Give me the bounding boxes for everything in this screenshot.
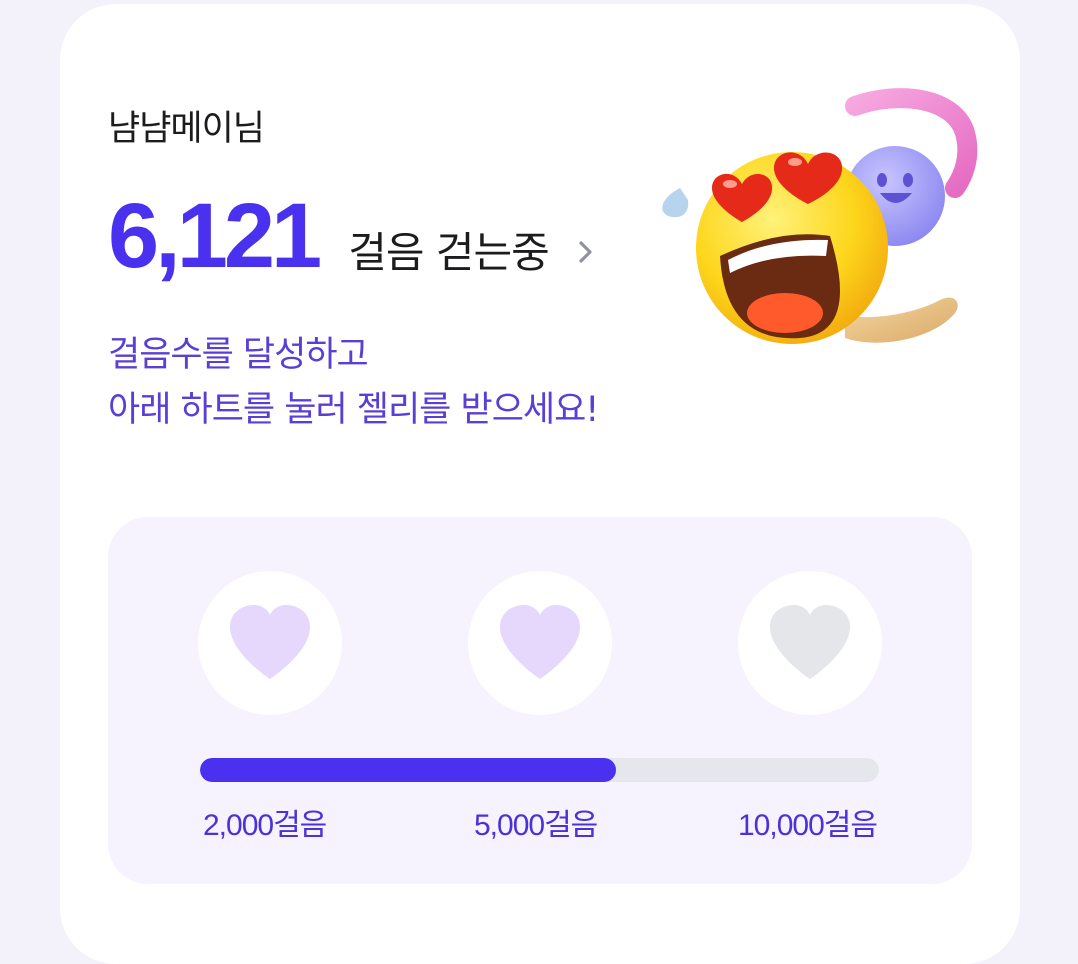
chevron-right-icon xyxy=(579,241,592,263)
step-progress-bar xyxy=(200,758,879,782)
instruction-line-2: 아래 하트를 눌러 젤리를 받으세요! xyxy=(108,390,599,430)
heart-button-2[interactable] xyxy=(468,571,612,715)
heart-button-3[interactable] xyxy=(738,571,882,715)
milestone-label-1: 2,000걸음 xyxy=(203,809,327,842)
instruction-line-1: 걸음수를 달성하고 xyxy=(108,335,369,375)
step-count-suffix: 걸음 걷는중 xyxy=(348,228,550,277)
heart-eyes-mascot-illustration xyxy=(662,88,978,344)
step-count: 6,121 xyxy=(108,185,322,287)
heart-icon xyxy=(770,605,850,679)
user-name: 냠냠메이님 xyxy=(108,109,265,149)
heart-icon xyxy=(230,605,310,679)
step-count-link[interactable]: 6,121 걸음 걷는중 xyxy=(108,190,597,282)
milestone-label-3: 10,000걸음 xyxy=(738,809,878,842)
heart-button-1[interactable] xyxy=(198,571,342,715)
instruction-message: 걸음수를 달성하고 아래 하트를 눌러 젤리를 받으세요! xyxy=(108,328,599,438)
milestone-label-2: 5,000걸음 xyxy=(474,809,598,842)
step-progress-fill xyxy=(200,758,616,782)
heart-icon xyxy=(500,605,580,679)
